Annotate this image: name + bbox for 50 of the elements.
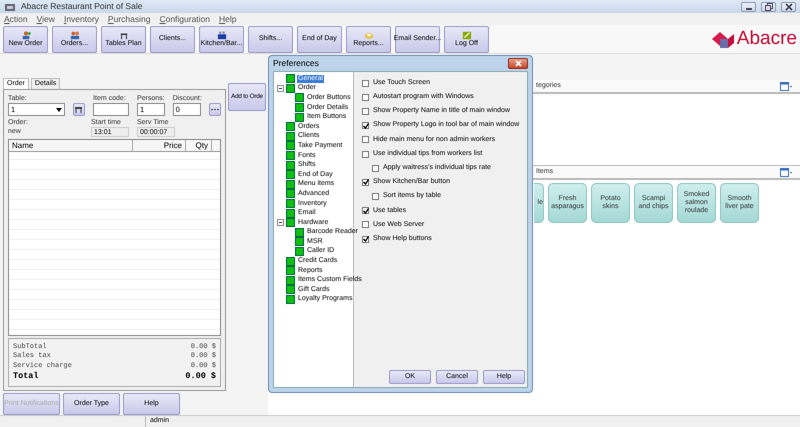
menu-item[interactable]: Inventory — [64, 12, 99, 26]
item-code-field[interactable] — [93, 103, 129, 116]
menu-item[interactable]: Configuration — [159, 12, 210, 26]
menu-item[interactable]: Help — [219, 12, 236, 26]
close-button[interactable] — [508, 58, 528, 69]
people-icon — [70, 30, 80, 40]
checkbox[interactable] — [362, 236, 369, 243]
table-select-button[interactable] — [72, 103, 86, 116]
column-header: Name — [9, 140, 133, 151]
close-icon — [514, 60, 522, 67]
checkbox[interactable] — [362, 178, 369, 186]
minimize-button[interactable] — [741, 2, 756, 12]
menu-item[interactable]: Purchasing — [108, 12, 150, 26]
restore-icon — [764, 2, 772, 10]
checkbox[interactable] — [362, 122, 369, 130]
menu-item[interactable]: View — [36, 12, 55, 26]
column-header: Price — [133, 140, 186, 151]
column-header: Qty — [186, 140, 212, 151]
checkbox[interactable] — [362, 136, 369, 144]
disc-icon — [364, 30, 374, 40]
restore-button[interactable] — [761, 2, 776, 12]
person-add-icon — [20, 30, 30, 40]
menu-item[interactable]: Action — [4, 12, 28, 26]
checkbox[interactable] — [362, 221, 369, 228]
dropdown-arrow-icon — [56, 108, 62, 112]
close-icon — [784, 2, 792, 10]
close-button[interactable] — [781, 2, 796, 12]
table-icon — [118, 30, 128, 40]
check-icon — [362, 179, 368, 186]
checkbox[interactable] — [372, 164, 379, 172]
ellipsis-icon — [210, 108, 219, 111]
table-icon — [74, 106, 84, 113]
checkbox[interactable] — [362, 108, 369, 115]
box-icon — [216, 30, 226, 40]
check-icon — [362, 236, 368, 242]
total-value: 0.00 $ — [185, 371, 216, 382]
check-icon — [362, 122, 368, 129]
pen-icon — [462, 30, 472, 40]
check-icon — [362, 208, 368, 214]
checkbox[interactable] — [362, 94, 369, 101]
window-title: Abacre Restaurant Point of Sale — [21, 1, 144, 12]
checkbox[interactable] — [372, 193, 379, 200]
more-button[interactable] — [208, 103, 221, 116]
checkbox[interactable] — [362, 150, 369, 158]
checkbox[interactable] — [362, 207, 369, 214]
checkbox[interactable] — [362, 80, 369, 87]
total-label: Total — [13, 371, 39, 382]
dialog-title: Preferences — [273, 57, 319, 70]
logo: Abacre — [710, 24, 797, 54]
app-icon — [4, 2, 16, 12]
